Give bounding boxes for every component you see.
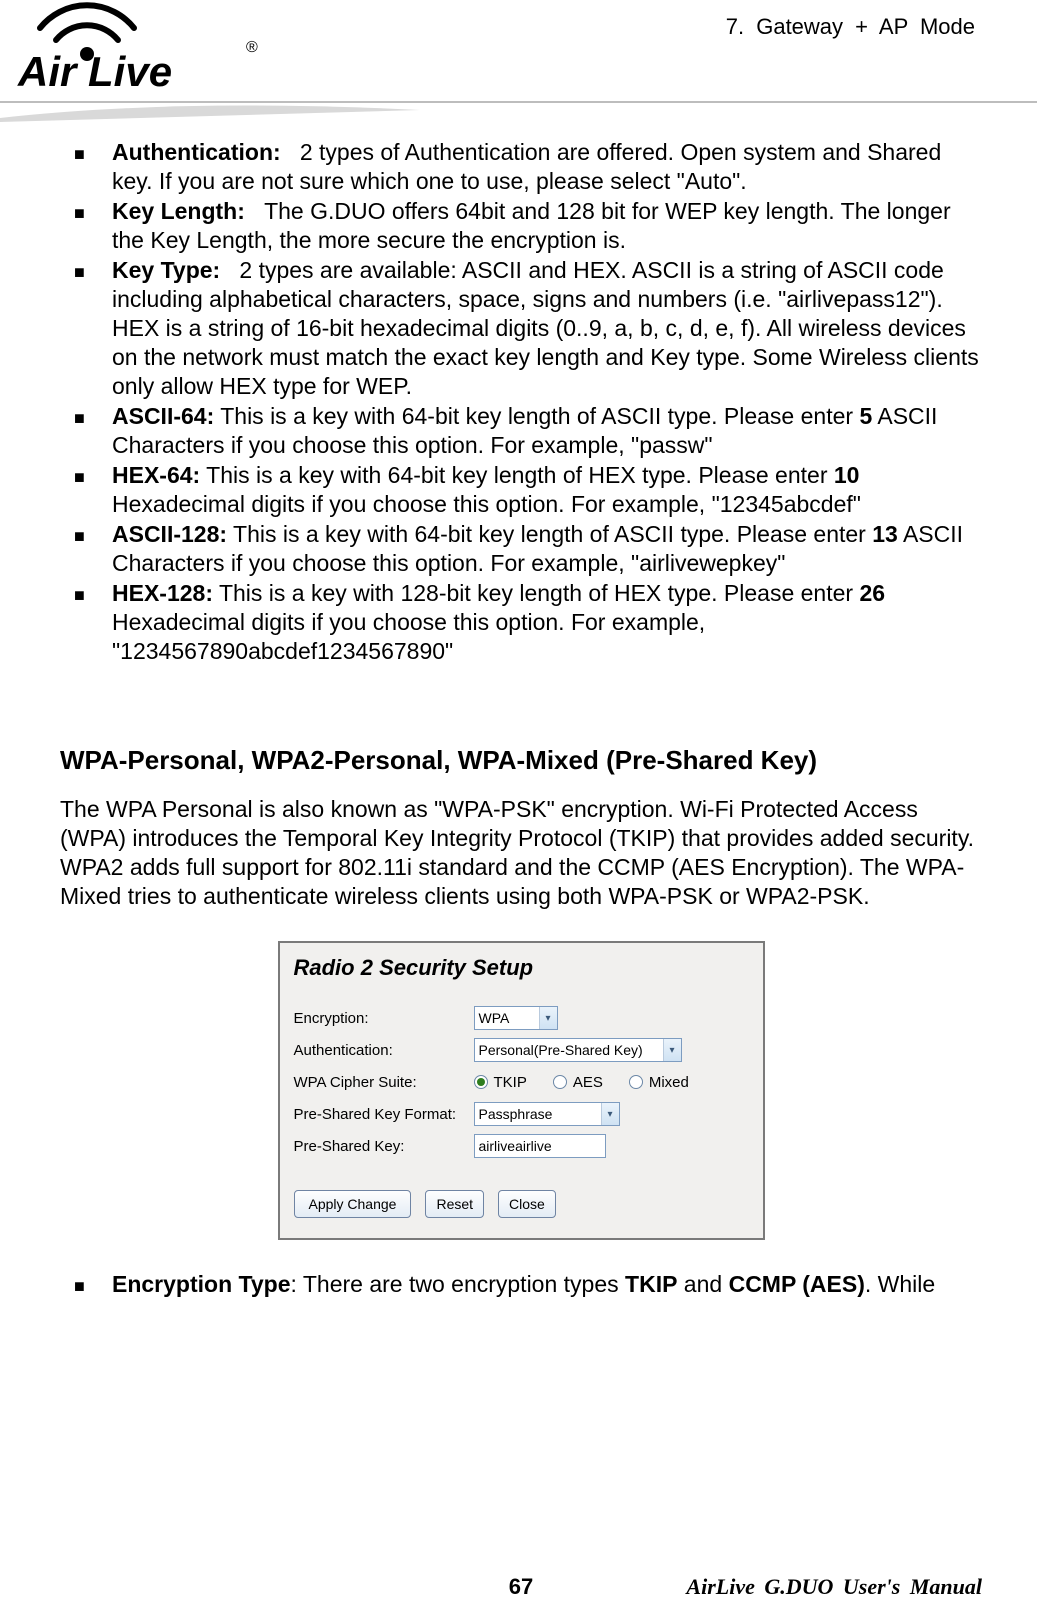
footer: 67 AirLive G.DUO User's Manual [60,1574,982,1600]
item-label: ASCII-128: [112,521,227,547]
cipher-label: WPA Cipher Suite: [294,1068,474,1097]
security-panel: Radio 2 Security Setup Encryption: WPA ▾… [278,941,765,1240]
radio-mixed[interactable]: Mixed [629,1068,689,1097]
psk-format-label: Pre-Shared Key Format: [294,1100,474,1129]
bullet-list-top: Authentication: 2 types of Authenticatio… [60,138,982,666]
list-item: Key Length: The G.DUO offers 64bit and 1… [112,197,982,255]
svg-text:Air Live: Air Live [17,48,172,95]
row-psk: Pre-Shared Key: [294,1130,749,1162]
radio-icon [553,1075,567,1089]
item-text: Hexadecimal digits if you choose this op… [112,609,705,664]
radio-label: TKIP [494,1068,527,1097]
radio-icon [474,1075,488,1089]
encryption-select[interactable]: WPA ▾ [474,1006,558,1030]
authentication-value: Personal(Pre-Shared Key) [479,1036,663,1065]
list-item: Authentication: 2 types of Authenticatio… [112,138,982,196]
chevron-down-icon: ▾ [539,1007,557,1029]
radio-tkip[interactable]: TKIP [474,1068,527,1097]
item-bold-number: 5 [859,403,872,429]
figure-wrap: Radio 2 Security Setup Encryption: WPA ▾… [60,941,982,1240]
item-label: ASCII-64: [112,403,214,429]
panel-title: Radio 2 Security Setup [280,943,763,1002]
item-label: Key Type: [112,257,220,283]
encryption-value: WPA [479,1004,539,1033]
item-text: Hexadecimal digits if you choose this op… [112,491,861,517]
content: Authentication: 2 types of Authenticatio… [60,138,982,1300]
bullet-list-bottom: Encryption Type: There are two encryptio… [60,1270,982,1299]
close-button[interactable]: Close [498,1190,556,1218]
list-item: Key Type: 2 types are available: ASCII a… [112,256,982,401]
item-label: Key Length: [112,198,245,224]
chevron-down-icon: ▾ [601,1103,619,1125]
manual-name: AirLive G.DUO User's Manual [686,1574,982,1600]
authentication-label: Authentication: [294,1036,474,1065]
item-label: Encryption Type [112,1271,291,1297]
psk-input[interactable] [474,1134,606,1158]
authentication-select[interactable]: Personal(Pre-Shared Key) ▾ [474,1038,682,1062]
encryption-label: Encryption: [294,1004,474,1033]
row-cipher: WPA Cipher Suite: TKIP AES Mixed [294,1066,749,1098]
item-label: HEX-128: [112,580,213,606]
row-encryption: Encryption: WPA ▾ [294,1002,749,1034]
item-bold-number: 26 [859,580,885,606]
psk-format-select[interactable]: Passphrase ▾ [474,1102,620,1126]
chapter-label: 7. Gateway + AP Mode [726,14,975,40]
item-text: . While [865,1271,935,1297]
list-item: ASCII-128: This is a key with 64-bit key… [112,520,982,578]
row-psk-format: Pre-Shared Key Format: Passphrase ▾ [294,1098,749,1130]
list-item: Encryption Type: There are two encryptio… [112,1270,982,1299]
item-text: This is a key with 64-bit key length of … [227,521,872,547]
row-authentication: Authentication: Personal(Pre-Shared Key)… [294,1034,749,1066]
item-bold-number: 13 [872,521,898,547]
cipher-radio-group: TKIP AES Mixed [474,1068,689,1097]
airlive-logo: Air Live ® [12,0,272,100]
section-heading: WPA-Personal, WPA2-Personal, WPA-Mixed (… [60,746,982,775]
page: 7. Gateway + AP Mode Air Live ® Authenti… [0,0,1037,1618]
list-item: ASCII-64: This is a key with 64-bit key … [112,402,982,460]
item-text: This is a key with 64-bit key length of … [214,403,859,429]
item-text: 2 types are available: ASCII and HEX. AS… [112,257,979,399]
item-label: HEX-64: [112,462,200,488]
item-bold: CCMP (AES) [729,1271,865,1297]
panel-body: Encryption: WPA ▾ Authentication: Person… [280,1002,763,1238]
radio-label: Mixed [649,1068,689,1097]
item-bold-number: 10 [834,462,860,488]
header-divider [0,100,1037,122]
svg-text:®: ® [246,39,258,56]
radio-aes[interactable]: AES [553,1068,603,1097]
item-text: and [677,1271,728,1297]
reset-button[interactable]: Reset [425,1190,484,1218]
item-label: Authentication: [112,139,281,165]
psk-label: Pre-Shared Key: [294,1132,474,1161]
item-bold: TKIP [625,1271,677,1297]
item-text: This is a key with 128-bit key length of… [213,580,859,606]
apply-change-button[interactable]: Apply Change [294,1190,412,1218]
list-item: HEX-64: This is a key with 64-bit key le… [112,461,982,519]
chevron-down-icon: ▾ [663,1039,681,1061]
radio-label: AES [573,1068,603,1097]
item-text: There are two encryption types [297,1271,625,1297]
button-row: Apply Change Reset Close [294,1190,749,1218]
list-item: HEX-128: This is a key with 128-bit key … [112,579,982,666]
item-text: This is a key with 64-bit key length of … [200,462,834,488]
section-paragraph: The WPA Personal is also known as "WPA-P… [60,795,982,911]
psk-format-value: Passphrase [479,1100,601,1129]
radio-icon [629,1075,643,1089]
